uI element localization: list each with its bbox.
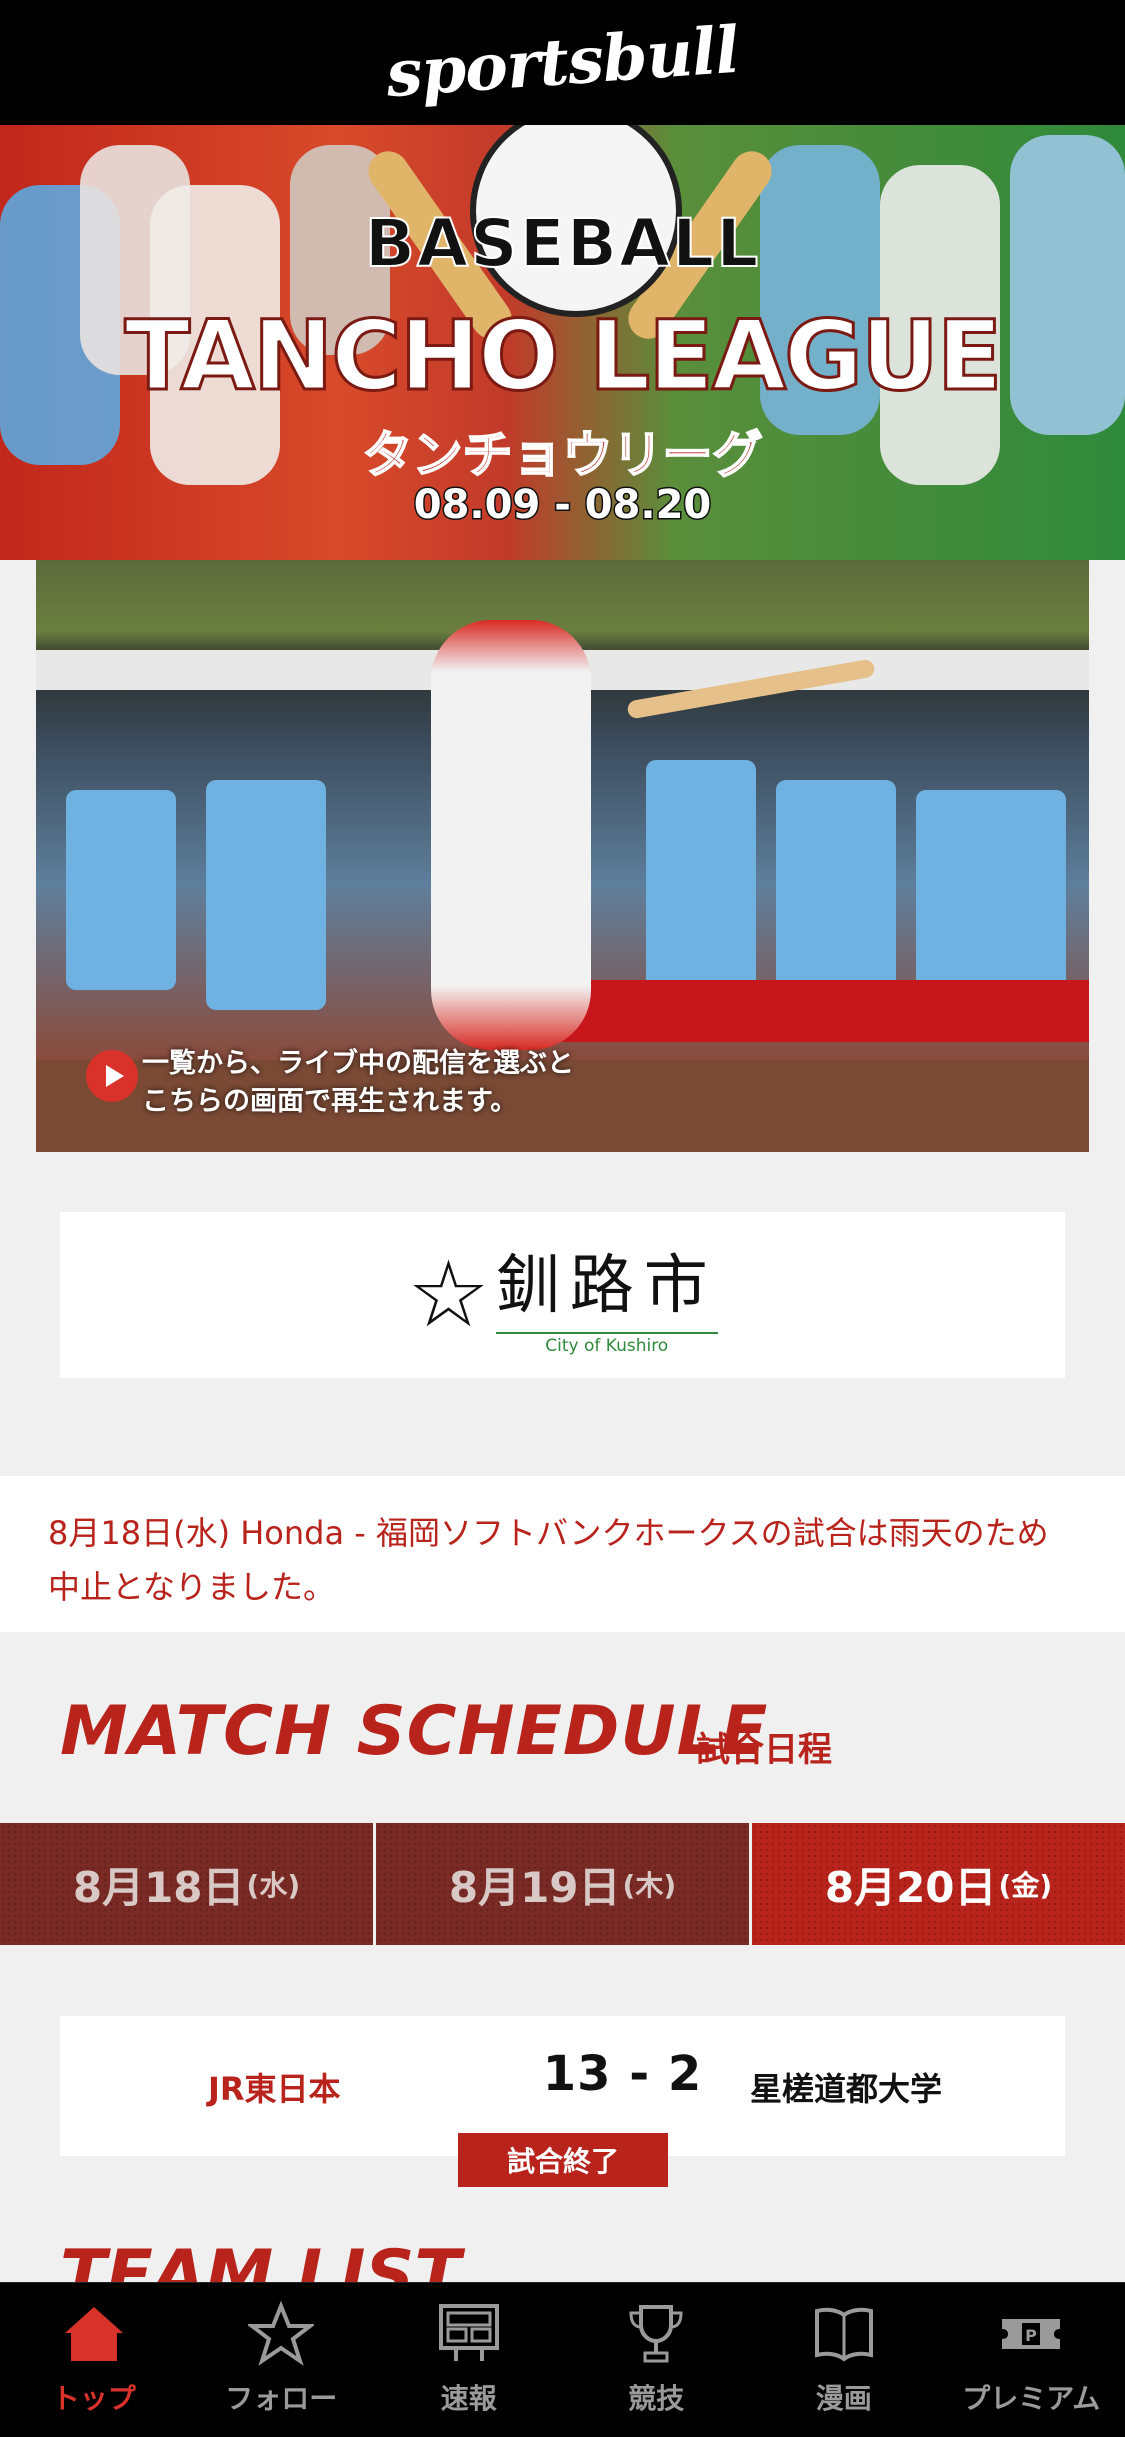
tab-date: 8月20日: [825, 1854, 997, 1915]
tab-day: (木): [623, 1864, 677, 1904]
player-figure: [776, 780, 896, 1000]
player-figure: [66, 790, 176, 990]
date-tabs: 8月18日(水) 8月19日(木) 8月20日(金): [0, 1823, 1125, 1945]
player-figure: [206, 780, 326, 1010]
tab-news[interactable]: 速報: [375, 2283, 563, 2437]
tab-top[interactable]: トップ: [0, 2283, 188, 2437]
play-icon[interactable]: [86, 1050, 138, 1102]
away-team: 星槎道都大学: [750, 2064, 942, 2110]
stadium-ad-board: [556, 980, 1089, 1042]
tab-label: 競技: [628, 2377, 684, 2417]
tab-date: 8月18日: [73, 1854, 245, 1915]
tancho-league-banner: BASEBALL TANCHO LEAGUE タンチョウリーグ 08.09 - …: [0, 125, 1125, 560]
match-score: 13 - 2: [510, 2046, 735, 2102]
banner-kana: タンチョウリーグ: [0, 415, 1125, 487]
batter-figure: [431, 620, 591, 1050]
ticket-icon: P: [996, 2299, 1066, 2369]
svg-text:P: P: [1025, 2326, 1037, 2345]
tab-label: トップ: [52, 2377, 136, 2417]
banner-dates: 08.09 - 08.20: [0, 482, 1125, 528]
tab-label: 漫画: [816, 2377, 872, 2417]
sponsor-name: 釧路市: [496, 1234, 718, 1326]
bottom-tab-bar: トップ フォロー 速報 競技 漫画 P プレミアム: [0, 2282, 1125, 2437]
date-tab[interactable]: 8月19日(木): [376, 1823, 749, 1945]
tab-sports[interactable]: 競技: [563, 2283, 751, 2437]
banner-baseball-text: BASEBALL: [0, 205, 1125, 282]
banner-title: TANCHO LEAGUE: [0, 300, 1125, 412]
tab-day: (金): [999, 1864, 1053, 1904]
player-figure: [646, 760, 756, 990]
app-header: sportsbull: [0, 0, 1125, 125]
home-team: JR東日本: [208, 2064, 341, 2110]
section-subtitle: 試合日程: [696, 1722, 832, 1771]
tab-premium[interactable]: P プレミアム: [938, 2283, 1125, 2437]
player-figure: [916, 790, 1066, 1000]
tab-label: 速報: [441, 2377, 497, 2417]
scoreboard-icon: [434, 2299, 504, 2369]
notice-text: 8月18日(水) Honda - 福岡ソフトバンクホークスの試合は雨天のため中止…: [48, 1506, 1078, 1614]
date-tab-active[interactable]: 8月20日(金): [752, 1823, 1125, 1945]
tab-label: プレミアム: [962, 2377, 1100, 2417]
star-icon: [246, 2299, 316, 2369]
tab-manga[interactable]: 漫画: [750, 2283, 938, 2437]
sponsor-subtitle: City of Kushiro: [496, 1332, 718, 1356]
section-title: MATCH SCHEDULE: [60, 1692, 768, 1771]
tab-day: (水): [247, 1864, 301, 1904]
sportsbull-logo[interactable]: sportsbull: [384, 13, 741, 112]
trophy-icon: [621, 2299, 691, 2369]
status-badge: 試合終了: [458, 2133, 668, 2187]
video-player[interactable]: 一覧から、ライブ中の配信を選ぶと こちらの画面で再生されます。: [36, 560, 1089, 1152]
sponsor-banner[interactable]: ☆ 釧路市 City of Kushiro: [60, 1212, 1065, 1378]
notice-banner: 8月18日(水) Honda - 福岡ソフトバンクホークスの試合は雨天のため中止…: [0, 1476, 1125, 1632]
tab-label: フォロー: [225, 2377, 337, 2417]
star-emblem-icon: ☆: [407, 1249, 489, 1341]
tab-follow[interactable]: フォロー: [188, 2283, 376, 2437]
date-tab[interactable]: 8月18日(水): [0, 1823, 373, 1945]
tab-date: 8月19日: [449, 1854, 621, 1915]
book-icon: [809, 2299, 879, 2369]
video-hint-text: 一覧から、ライブ中の配信を選ぶと こちらの画面で再生されます。: [142, 1045, 574, 1121]
home-icon: [59, 2299, 129, 2369]
